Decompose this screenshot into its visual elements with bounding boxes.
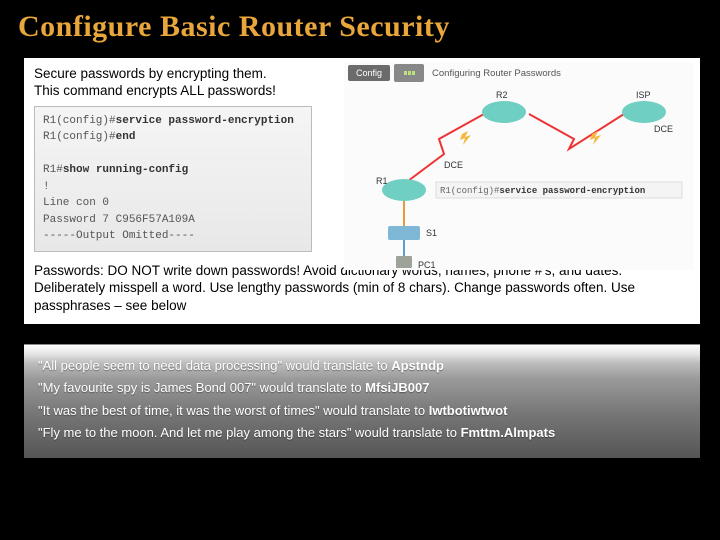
cli-prompt: R1(config)#	[43, 115, 116, 127]
cli-prompt: R1#	[43, 164, 63, 176]
network-diagram: Config Configuring Router Passwords R2 I…	[344, 62, 694, 270]
slide-root: Configure Basic Router Security Secure p…	[0, 0, 720, 540]
phrase-result: Fmttm.Almpats	[461, 425, 556, 440]
diagram-cmd-text: service password-encryption	[499, 186, 645, 196]
node-label-pc1: PC1	[418, 260, 436, 268]
node-label-s1: S1	[426, 228, 437, 238]
cli-prompt: R1(config)#	[43, 131, 116, 143]
node-label-r2: R2	[496, 90, 508, 100]
diagram-toolbar: Config Configuring Router Passwords	[344, 62, 694, 84]
cli-command: end	[116, 131, 136, 143]
config-button[interactable]: Config	[348, 65, 390, 81]
passphrase-line: "Fly me to the moon. And let me play amo…	[38, 422, 686, 444]
cli-line: Password 7 C956F57A109A	[43, 212, 303, 229]
phrase-result: MfsiJB007	[365, 380, 429, 395]
main-panel: Secure passwords by encrypting them. Thi…	[24, 58, 700, 324]
diagram-breadcrumb: Configuring Router Passwords	[432, 68, 561, 79]
passphrase-line: "It was the best of time, it was the wor…	[38, 400, 686, 422]
intro-text: Secure passwords by encrypting them. Thi…	[34, 66, 294, 100]
cli-terminal: R1(config)#service password-encryption R…	[34, 106, 312, 252]
phrase-result: Apstndp	[391, 358, 444, 373]
node-label-r1: R1	[376, 176, 388, 186]
phrase-text: "All people seem to need data processing…	[38, 358, 391, 373]
phrase-text: "My favourite spy is James Bond 007" wou…	[38, 380, 365, 395]
spacer	[0, 324, 720, 344]
topology-svg: R2 ISP R1 S1 PC1 DCE DCE	[344, 84, 694, 268]
dce-label: DCE	[654, 124, 673, 134]
cli-line: -----Output Omitted----	[43, 228, 303, 245]
passphrase-line: "All people seem to need data processing…	[38, 355, 686, 377]
dce-label: DCE	[444, 160, 463, 170]
cli-line: Line con 0	[43, 195, 303, 212]
cli-command: service password-encryption	[116, 115, 294, 127]
phrase-result: Iwtbotiwtwot	[429, 403, 508, 418]
cli-line: R1(config)#service password-encryption	[43, 113, 303, 130]
phrase-text: "It was the best of time, it was the wor…	[38, 403, 429, 418]
passphrase-line: "My favourite spy is James Bond 007" wou…	[38, 377, 686, 399]
cli-line: R1(config)#end	[43, 129, 303, 146]
cli-line: !	[43, 179, 303, 196]
cli-line	[43, 146, 303, 163]
cli-command: show running-config	[63, 164, 188, 176]
phrase-text: "Fly me to the moon. And let me play amo…	[38, 425, 461, 440]
cli-line: R1#show running-config	[43, 162, 303, 179]
video-icon[interactable]	[394, 64, 424, 82]
svg-text:R1(config)#service password-en: R1(config)#service password-encryption	[440, 186, 645, 196]
passphrase-panel: "All people seem to need data processing…	[24, 344, 700, 457]
slide-title: Configure Basic Router Security	[0, 0, 720, 58]
diagram-cmd-prompt: R1(config)#	[440, 186, 500, 196]
node-label-isp: ISP	[636, 90, 651, 100]
